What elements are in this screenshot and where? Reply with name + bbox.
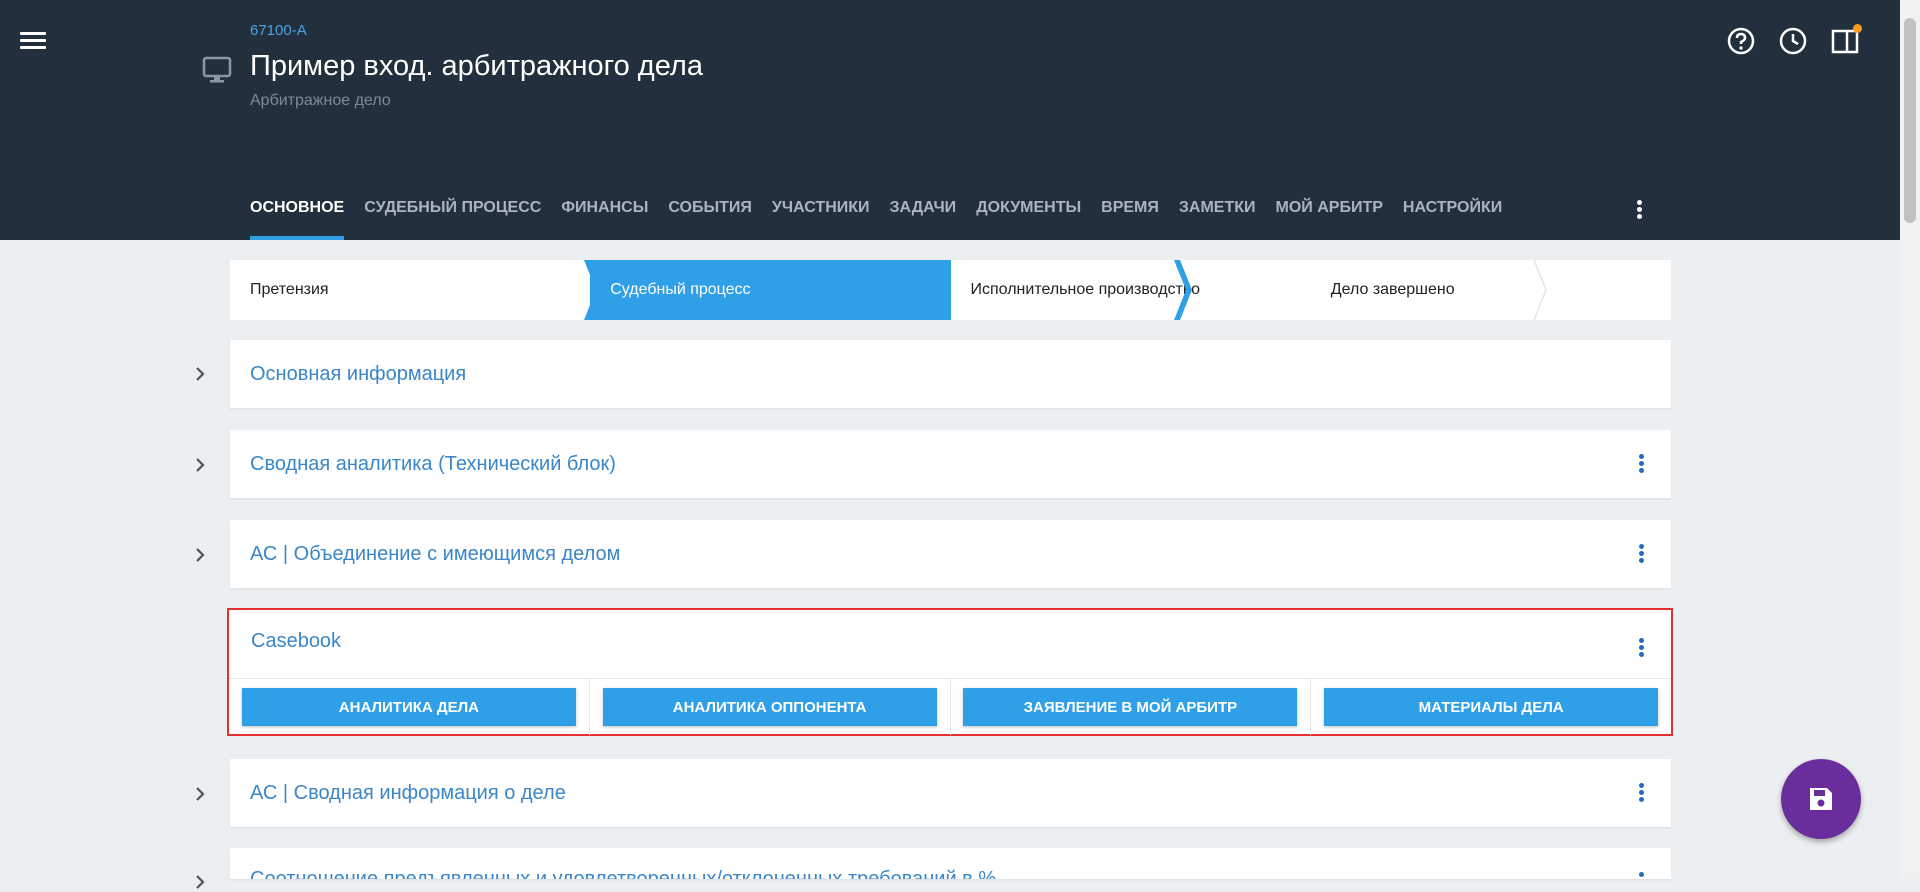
more-options-icon[interactable] <box>1637 781 1645 807</box>
more-options-icon[interactable] <box>1637 542 1645 568</box>
section-title[interactable]: АС | Объединение с имеющимся делом <box>250 520 620 588</box>
monitor-icon <box>202 56 232 83</box>
more-tabs-icon[interactable] <box>1636 198 1642 222</box>
history-clock-icon[interactable] <box>1778 26 1808 56</box>
section-merge-case: АС | Объединение с имеющимся делом <box>230 520 1671 588</box>
stage-label: Судебный процесс <box>610 281 751 298</box>
stage-court-process[interactable]: Судебный процесс <box>590 260 951 320</box>
side-panel-icon[interactable] <box>1830 24 1862 56</box>
opponent-analytics-button[interactable]: АНАЛИТИКА ОППОНЕНТА <box>602 688 937 726</box>
case-analytics-button[interactable]: АНАЛИТИКА ДЕЛА <box>241 688 576 726</box>
stage-stepper: Претензия Судебный процесс Исполнительно… <box>230 260 1671 320</box>
tab-my-arbiter[interactable]: МОЙ АРБИТР <box>1276 188 1383 240</box>
section-case-summary: АС | Сводная информация о деле <box>230 759 1671 827</box>
section-basic-info: Основная информация <box>230 340 1671 408</box>
chevron-right-icon[interactable] <box>190 364 210 384</box>
tab-time[interactable]: ВРЕМЯ <box>1101 188 1159 240</box>
stage-completed[interactable]: Дело завершено <box>1311 260 1671 320</box>
section-title[interactable]: Casebook <box>251 607 341 675</box>
tab-tasks[interactable]: ЗАДАЧИ <box>890 188 957 240</box>
hamburger-menu-icon[interactable] <box>20 28 46 54</box>
tab-notes[interactable]: ЗАМЕТКИ <box>1179 188 1256 240</box>
tab-settings[interactable]: НАСТРОЙКИ <box>1403 188 1502 240</box>
section-title[interactable]: Сводная аналитика (Технический блок) <box>250 430 616 498</box>
section-claims-ratio: Соотношение предъявленных и удовлетворен… <box>230 848 1671 879</box>
vertical-scrollbar[interactable] <box>1900 0 1920 879</box>
tab-bar: ОСНОВНОЕ СУДЕБНЫЙ ПРОЦЕСС ФИНАНСЫ СОБЫТИ… <box>250 188 1522 240</box>
chevron-right-icon[interactable] <box>190 545 210 565</box>
stage-label: Исполнительное производство <box>970 281 1201 298</box>
stage-label: Претензия <box>250 281 329 298</box>
page-subtitle: Арбитражное дело <box>250 92 391 109</box>
tab-events[interactable]: СОБЫТИЯ <box>668 188 752 240</box>
section-casebook: Casebook АНАЛИТИКА ДЕЛА АНАЛИТИКА ОППОНЕ… <box>227 608 1673 736</box>
scrollbar-thumb[interactable] <box>1904 18 1916 223</box>
more-options-icon[interactable] <box>1637 870 1645 879</box>
case-materials-button[interactable]: МАТЕРИАЛЫ ДЕЛА <box>1324 688 1659 726</box>
save-button[interactable] <box>1781 759 1861 839</box>
chevron-right-icon[interactable] <box>190 455 210 475</box>
section-title[interactable]: Соотношение предъявленных и удовлетворен… <box>250 848 996 879</box>
tab-documents[interactable]: ДОКУМЕНТЫ <box>976 188 1081 240</box>
tab-finance[interactable]: ФИНАНСЫ <box>561 188 648 240</box>
tab-court-process[interactable]: СУДЕБНЫЙ ПРОЦЕСС <box>364 188 541 240</box>
stage-enforcement[interactable]: Исполнительное производство <box>951 260 1311 320</box>
chevron-right-icon[interactable] <box>190 872 210 892</box>
chevron-right-icon[interactable] <box>190 784 210 804</box>
more-options-icon[interactable] <box>1637 636 1645 662</box>
more-options-icon[interactable] <box>1637 452 1645 478</box>
stage-claim[interactable]: Претензия <box>230 260 590 320</box>
section-title[interactable]: АС | Сводная информация о деле <box>250 759 566 827</box>
section-title[interactable]: Основная информация <box>250 340 466 408</box>
tab-main[interactable]: ОСНОВНОЕ <box>250 188 345 240</box>
my-arbiter-statement-button[interactable]: ЗАЯВЛЕНИЕ В МОЙ АРБИТР <box>963 688 1298 726</box>
tab-participants[interactable]: УЧАСТНИКИ <box>772 188 870 240</box>
case-id[interactable]: 67100-А <box>250 22 307 39</box>
section-summary-analytics: Сводная аналитика (Технический блок) <box>230 430 1671 498</box>
floppy-disk-icon <box>1810 788 1832 810</box>
page-title: Пример вход. арбитражного дела <box>250 50 703 82</box>
notification-dot <box>1853 24 1862 33</box>
app-header: 67100-А Пример вход. арбитражного дела А… <box>0 0 1900 240</box>
help-icon[interactable] <box>1726 26 1756 56</box>
stage-label: Дело завершено <box>1330 281 1455 298</box>
